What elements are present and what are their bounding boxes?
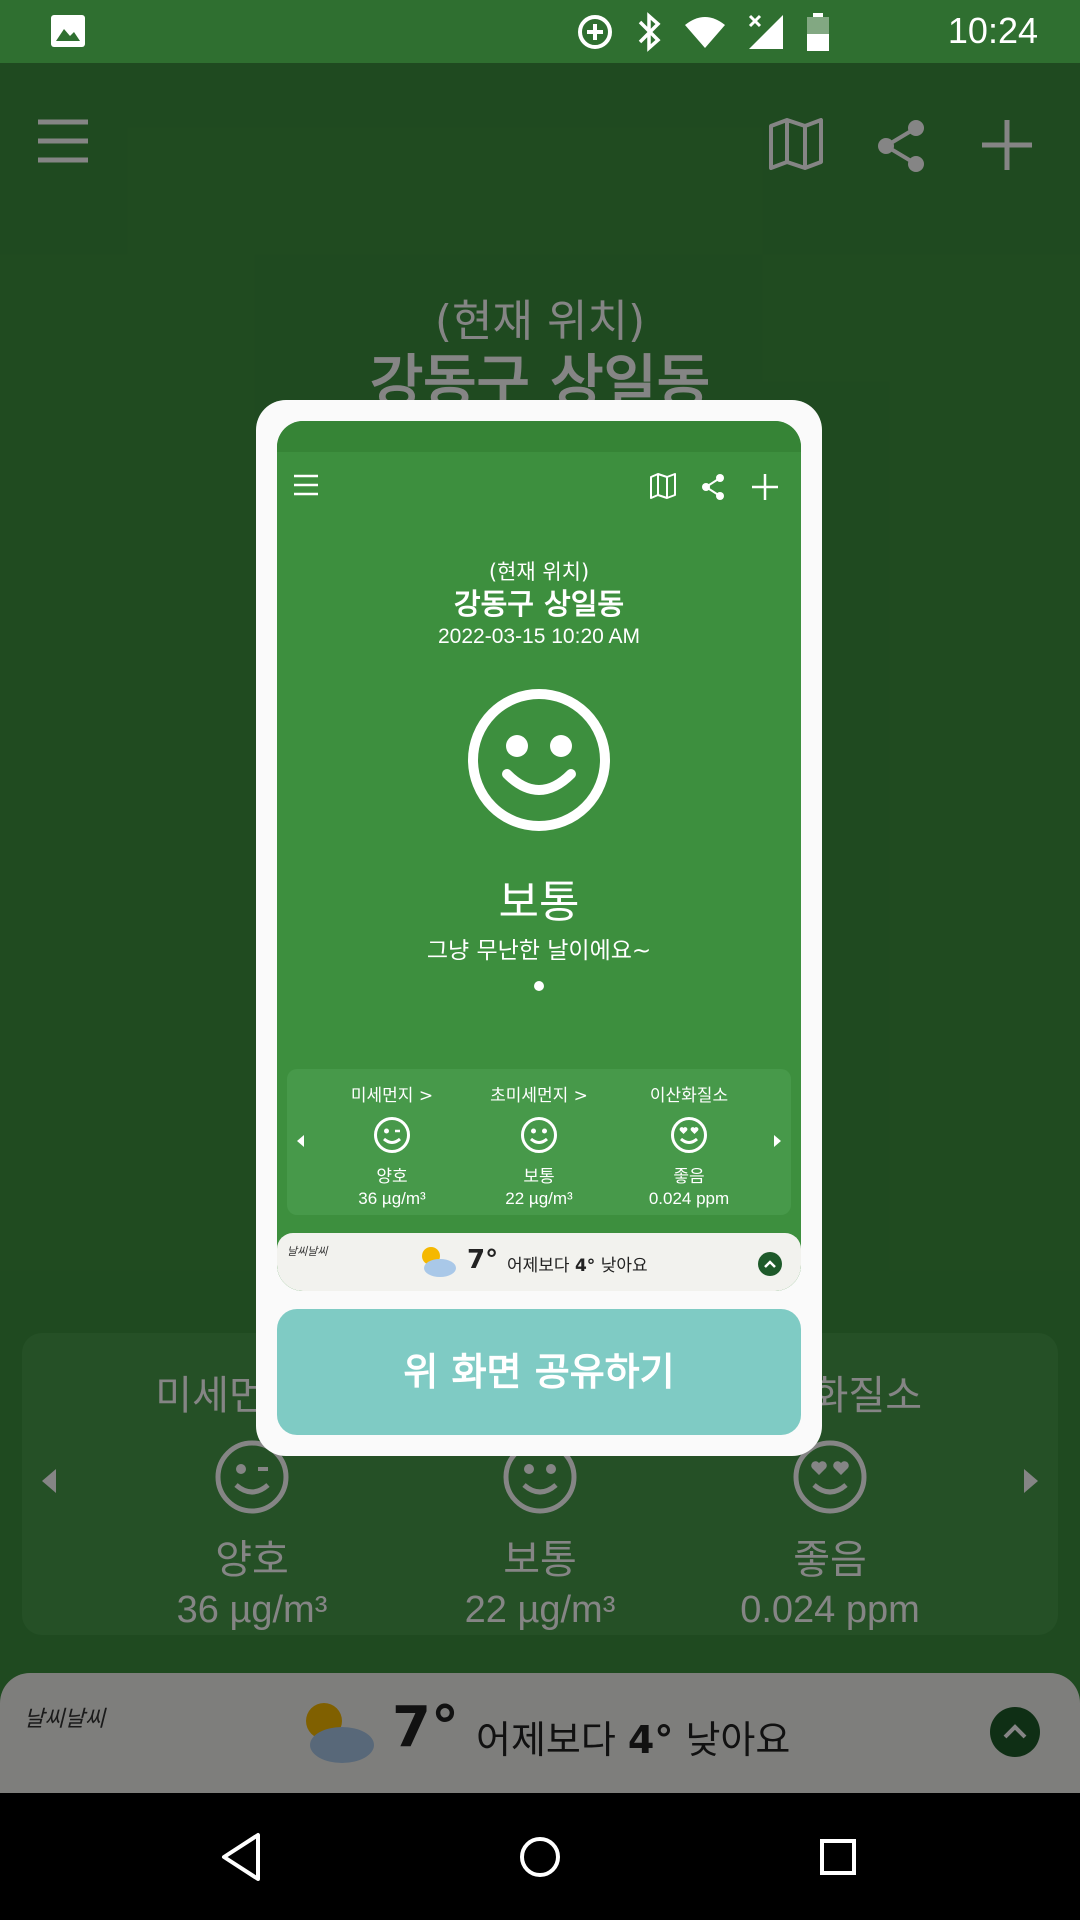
navigation-bar <box>0 1793 1080 1920</box>
home-icon[interactable] <box>504 1821 576 1893</box>
preview-pollutant-pm25: 초미세먼지 > 보통 22 µg/m³ <box>490 1086 588 1208</box>
preview-next-arrow-icon <box>774 1135 781 1147</box>
back-icon[interactable] <box>206 1821 278 1893</box>
preview-big-smile-icon <box>468 689 610 831</box>
preview-previous-arrow-icon <box>297 1135 304 1147</box>
status-time: 10:24 <box>947 10 1038 51</box>
preview-pollutant-pm10: 미세먼지 > 양호 36 µg/m³ <box>350 1086 434 1208</box>
recents-icon[interactable] <box>802 1821 874 1893</box>
preview-heart-eyes-face-icon <box>671 1117 707 1153</box>
preview-datetime: 2022-03-15 10:20 AM <box>438 625 640 648</box>
bluetooth-icon <box>638 12 661 52</box>
preview-add-icon <box>752 474 778 500</box>
preview-map-icon <box>650 473 676 499</box>
preview-pollutant-card: 미세먼지 > 양호 36 µg/m³ 초미세먼지 > 보통 22 µg/m³ 이… <box>287 1069 791 1215</box>
preview-expand-up-icon <box>758 1252 782 1276</box>
share-dialog: (현재 위치) 강동구 상일동 2022-03-15 10:20 AM 보통 그… <box>256 400 822 1456</box>
gallery-icon <box>51 15 85 47</box>
preview-status-strip <box>277 421 801 452</box>
data-saver-icon <box>578 15 612 49</box>
preview-winking-face-icon <box>374 1117 410 1153</box>
status-icons <box>576 12 830 52</box>
preview-page-indicator <box>534 981 544 991</box>
preview-weather-bar: 날씨날씨 7° 어제보다 4° 낮아요 <box>277 1233 801 1291</box>
preview-menu-icon <box>294 474 318 496</box>
share-screen-button[interactable]: 위 화면 공유하기 <box>277 1309 801 1435</box>
preview-message: 그냥 무난한 날이에요~ <box>426 938 652 964</box>
preview-grade: 보통 <box>498 877 580 928</box>
preview-pollutant-no2: 이산화질소 좋음 0.024 ppm <box>648 1086 730 1208</box>
preview-smiling-face-icon <box>521 1117 557 1153</box>
screenshot-preview: (현재 위치) 강동구 상일동 2022-03-15 10:20 AM 보통 그… <box>277 421 801 1291</box>
battery-icon <box>807 13 829 51</box>
preview-location-title: 강동구 상일동 <box>453 587 625 621</box>
signal-off-icon <box>748 14 783 49</box>
preview-partly-cloudy-icon <box>422 1247 456 1277</box>
status-bar: 10:24 <box>0 0 1080 63</box>
preview-share-icon <box>702 474 724 500</box>
wifi-icon <box>685 17 725 48</box>
